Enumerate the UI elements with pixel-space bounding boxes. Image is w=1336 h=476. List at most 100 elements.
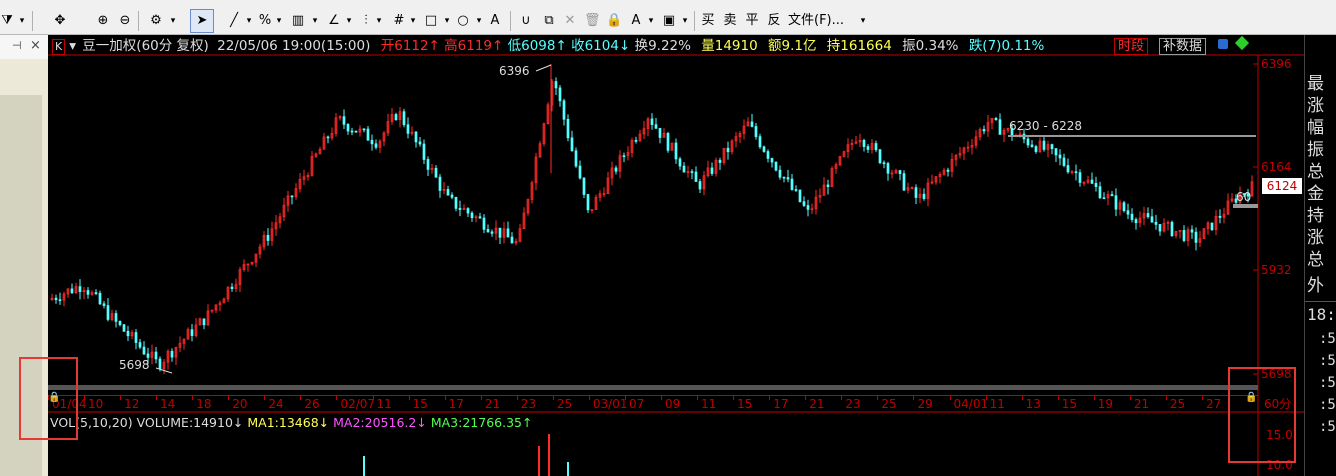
cursor-select-icon[interactable]: ➤ [190,9,214,33]
settings-gear-icon[interactable]: ⚙ [146,10,166,32]
flat-button[interactable]: 平 [744,10,760,32]
candle-body [458,208,462,210]
volume-bar [567,462,569,476]
candle-body [770,158,774,163]
toolbar-separator [32,11,33,31]
lock-icon[interactable]: 🔒 [606,10,622,32]
amplitude-value: 0.34% [915,38,959,54]
x-axis-label: 10 [88,397,104,411]
dropdown-arrow-icon[interactable]: ▾ [344,10,354,32]
dropdown-arrow-icon[interactable]: ▾ [680,10,690,32]
zoom-in-icon[interactable]: ⊕ [94,10,112,32]
candle-body [678,158,682,167]
candle-body [922,193,926,199]
x-tick [336,396,338,400]
candle-body [394,114,398,121]
text-tool[interactable]: A [488,10,502,32]
line-tool-icon[interactable]: ╱ [224,10,244,32]
angle-tool-icon[interactable]: ∠ [324,10,344,32]
minute-mark: :5 [1319,353,1336,369]
low-annotation: 5698 [119,358,150,372]
candle-body [422,143,426,160]
ruler-icon[interactable]: ▥ [288,10,308,32]
candle-body [874,143,878,151]
candle-body [58,299,62,302]
x-tick [949,396,951,400]
candle-body [718,159,722,163]
candle-body [982,129,986,132]
info-header: K ▾ 豆一加权(60分 复权) 22/05/06 19:00(15:00) 开6… [48,36,1248,56]
x-tick [733,396,735,400]
reverse-button[interactable]: 反 [766,10,782,32]
delete-icon[interactable]: ✕ [562,10,578,32]
save-icon[interactable]: ▣ [660,10,678,32]
trash-icon[interactable]: 🗑 [584,10,601,32]
candle-body [726,147,730,153]
candle-body [454,196,458,209]
percent-tool[interactable]: % [258,10,272,32]
pin-icon[interactable]: ⊣ [12,39,22,52]
x-axis-label: 13 [1025,397,1041,411]
candle-body [366,128,370,141]
x-axis-label: 04/01 [953,397,989,411]
text-color-icon[interactable]: A [628,10,644,32]
copy-icon[interactable]: ⧉ [540,10,558,32]
x-tick [444,396,446,400]
x-axis-label: 14 [160,397,176,411]
x-axis-label: 20 [232,397,248,411]
x-axis-label: 11 [376,397,392,411]
x-tick [1129,396,1131,400]
zoom-out-icon[interactable]: ⊖ [116,10,134,32]
grid-icon[interactable]: # [390,10,408,32]
x-axis-label: 17 [448,397,464,411]
dropdown-arrow-icon[interactable]: ▾ [858,10,868,32]
candle-body [1210,222,1214,230]
candle-body [750,121,754,127]
openint-label: 持 [826,38,841,54]
dropdown-arrow-icon[interactable]: ▾ [168,10,178,32]
x-tick [624,396,626,400]
dropdown-arrow-icon[interactable]: ▾ [16,10,28,32]
dropdown-arrow-icon[interactable]: ▾ [69,38,76,54]
x-tick [120,396,122,400]
levels-icon[interactable]: ⫶ [358,10,374,32]
sell-button[interactable]: 卖 [722,10,738,32]
circle-icon[interactable]: ○ [454,10,472,32]
dropdown-arrow-icon[interactable]: ▾ [474,10,484,32]
dropdown-arrow-icon[interactable]: ▾ [442,10,452,32]
x-tick [913,396,915,400]
dropdown-arrow-icon[interactable]: ▾ [646,10,656,32]
x-tick [552,396,554,400]
close-icon[interactable]: × [30,38,41,53]
candle-body [470,212,474,219]
fill-data-button[interactable]: 补数据 [1159,38,1207,55]
x-axis-label: 25 [881,397,897,411]
x-tick [769,396,771,400]
candle-body [754,126,758,138]
x-tick [1093,396,1095,400]
candles-group [50,64,1254,375]
candle-body [574,150,578,167]
candle-body [1098,186,1102,199]
x-tick [697,396,699,400]
change-value: 0.11% [1001,38,1045,54]
x-tick [588,396,590,400]
dropdown-arrow-icon[interactable]: ▾ [310,10,320,32]
timeframe-button[interactable]: 时段 [1114,38,1149,55]
candle-body [1110,194,1114,197]
price-marker [1233,204,1258,208]
rectangle-icon[interactable]: □ [422,10,440,32]
buy-button[interactable]: 买 [700,10,716,32]
file-menu[interactable]: 文件(F)... [788,10,858,32]
magnet-icon[interactable]: ∪ [518,10,534,32]
kline-chart-area[interactable]: K ▾ 豆一加权(60分 复权) 22/05/06 19:00(15:00) 开6… [48,35,1304,476]
dropdown-arrow-icon[interactable]: ▾ [244,10,254,32]
scroll-track[interactable] [48,385,1258,390]
dropdown-arrow-icon[interactable]: ▾ [408,10,418,32]
k-badge[interactable]: K [52,39,66,55]
dropdown-arrow-icon[interactable]: ▾ [274,10,284,32]
funnel-icon[interactable]: ⧩ [0,10,14,32]
move-icon[interactable]: ✥ [50,10,70,32]
color-toggle-icon[interactable] [1218,39,1228,49]
dropdown-arrow-icon[interactable]: ▾ [374,10,384,32]
